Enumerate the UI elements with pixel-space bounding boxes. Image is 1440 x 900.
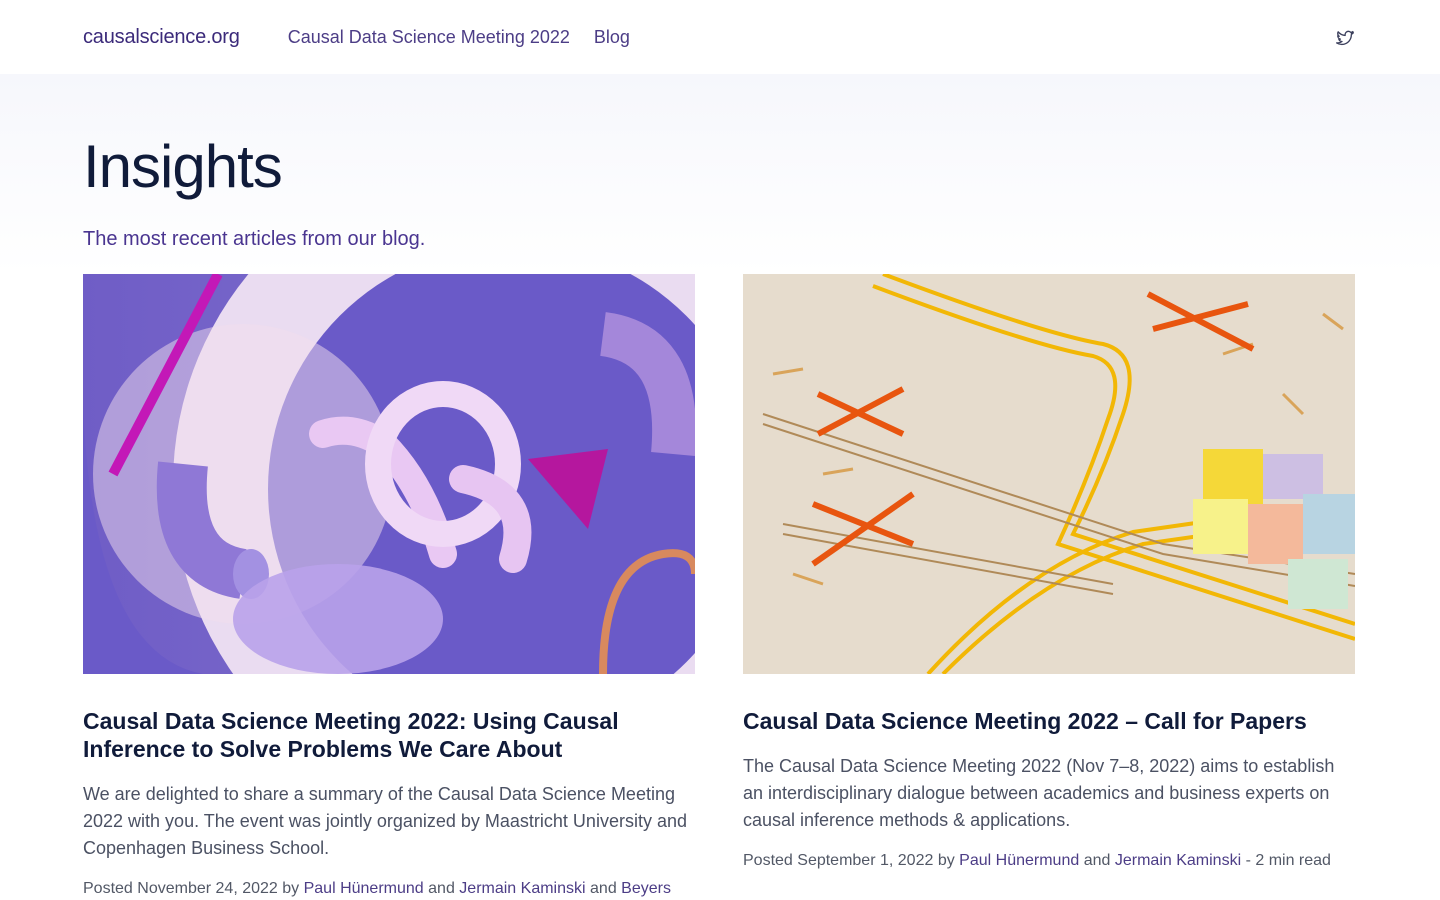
article-image-abstract-shapes[interactable] [83,274,695,674]
article-excerpt: The Causal Data Science Meeting 2022 (No… [743,756,1335,830]
by-label: by [937,852,955,869]
read-time: - 2 min read [1245,852,1331,869]
hero-section: Insights The most recent articles from o… [0,74,1440,274]
posted-label: Posted [83,880,133,897]
article-image-railway-tracks[interactable] [743,274,1355,674]
twitter-icon[interactable] [1335,28,1355,48]
brand-logo-link[interactable]: causalscience.org [83,26,240,49]
article-date: November 24, 2022 [137,880,278,897]
author-link[interactable]: Jermain Kaminski [1115,852,1241,869]
page-title: Insights [83,133,283,200]
page-subtitle: The most recent articles from our blog. [83,228,426,250]
article-excerpt: We are delighted to share a summary of t… [83,784,687,858]
author-link[interactable]: Jermain Kaminski [459,880,585,897]
article-card: Causal Data Science Meeting 2022 – Call … [743,274,1355,898]
article-title-link[interactable]: Causal Data Science Meeting 2022 – Call … [743,707,1355,735]
and-label: and [590,880,617,897]
by-label: by [282,880,300,897]
author-link[interactable]: Paul Hünermund [959,852,1079,869]
nav-link-meeting-2022[interactable]: Causal Data Science Meeting 2022 [288,27,570,48]
article-date: September 1, 2022 [797,852,934,869]
top-navigation: causalscience.org Causal Data Science Me… [0,0,1440,74]
and-label: and [1083,852,1111,869]
article-card: Causal Data Science Meeting 2022: Using … [83,274,695,898]
nav-link-blog[interactable]: Blog [594,27,630,48]
article-title-link[interactable]: Causal Data Science Meeting 2022: Using … [83,707,695,763]
author-link[interactable]: Paul Hünermund [304,880,424,897]
author-link[interactable]: Beyers [621,880,671,897]
article-meta: Posted November 24, 2022 by Paul Hünermu… [83,880,695,898]
and-label: and [428,880,455,897]
posted-label: Posted [743,852,793,869]
article-meta: Posted September 1, 2022 by Paul Hünermu… [743,852,1355,870]
article-grid: Causal Data Science Meeting 2022: Using … [0,274,1440,898]
nav-links: Causal Data Science Meeting 2022 Blog [288,27,630,48]
